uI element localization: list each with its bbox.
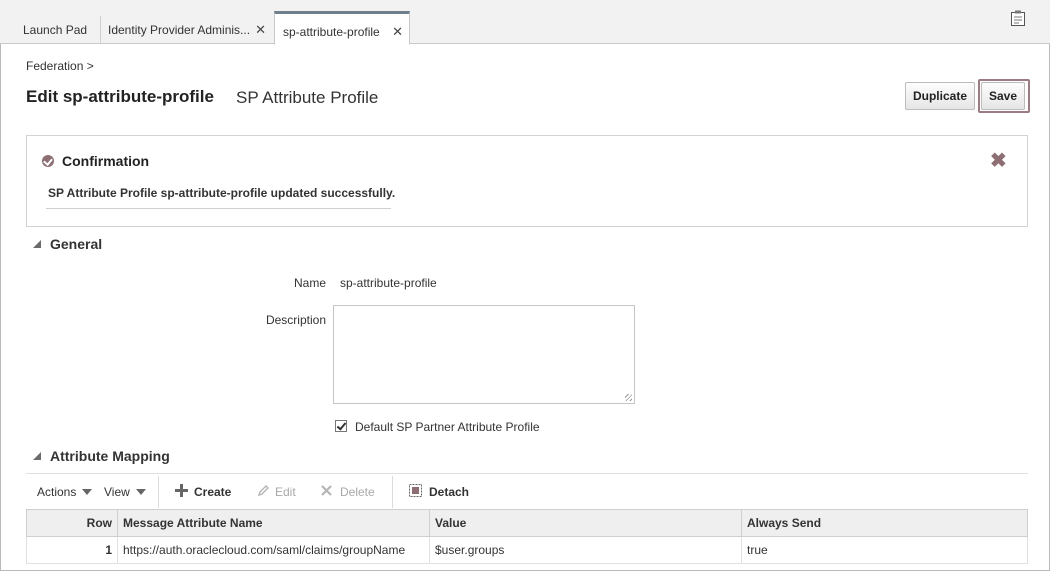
tab-label: Launch Pad [23,23,88,37]
column-header-message-attribute-name[interactable]: Message Attribute Name [117,509,430,537]
chevron-down-icon [135,489,146,495]
column-header-always-send[interactable]: Always Send [741,509,1028,537]
tab-launch-pad[interactable]: Launch Pad [16,16,98,44]
actions-menu-label: Actions [37,485,77,499]
value-cell: $user.groups [429,536,742,564]
column-header-row[interactable]: Row [26,509,118,537]
confirmation-panel: Confirmation SP Attribute Profile sp-att… [26,135,1028,227]
close-icon[interactable]: ✖ [990,151,1007,171]
actions-menu[interactable]: Actions [37,485,93,499]
name-value: sp-attribute-profile [340,276,437,290]
breadcrumb[interactable]: Federation > [26,59,94,73]
default-profile-checkbox[interactable] [335,420,347,432]
row-number-cell: 1 [26,536,118,564]
tab-sp-attribute-profile[interactable]: sp-attribute-profile ✕ [274,11,410,45]
toolbar-separator [158,476,159,508]
message-attribute-name-cell: https://auth.oraclecloud.com/saml/claims… [117,536,430,564]
description-label: Description [265,313,326,327]
close-tab-icon[interactable]: ✕ [392,14,403,50]
table-header-row: Row Message Attribute Name Value Always … [26,509,1028,537]
always-send-cell: true [741,536,1028,564]
delete-button[interactable]: Delete [340,485,375,499]
table-toolbar: Actions View Create Edit Delete Detach [26,473,1028,509]
detach-button[interactable]: Detach [429,485,469,499]
page-subtitle: SP Attribute Profile [236,88,379,107]
close-tab-icon[interactable]: ✕ [255,16,266,44]
page-title: Edit sp-attribute-profile [26,87,214,106]
chevron-down-icon [82,489,93,495]
attribute-mapping-table: Row Message Attribute Name Value Always … [26,509,1028,564]
check-circle-icon [42,155,54,167]
duplicate-button[interactable]: Duplicate [905,82,975,110]
tab-label: Identity Provider Adminis... [108,23,251,37]
general-section-header[interactable]: General [33,236,102,252]
save-button[interactable]: Save [981,82,1025,110]
edit-button[interactable]: Edit [275,485,296,499]
default-profile-checkbox-label[interactable]: Default SP Partner Attribute Profile [355,420,540,434]
name-label: Name [293,276,326,290]
detach-icon [409,484,422,497]
collapse-triangle-icon [33,452,41,460]
tab-bar: Launch Pad Identity Provider Adminis... … [0,0,1050,45]
toolbar-separator [392,476,393,508]
attribute-mapping-section-header[interactable]: Attribute Mapping [33,448,170,464]
section-title: General [50,236,103,252]
resize-grip-icon[interactable] [625,394,632,401]
clipboard-icon[interactable] [1010,10,1026,27]
view-menu-label: View [104,485,130,499]
divider [46,208,391,209]
column-header-value[interactable]: Value [429,509,742,537]
create-button[interactable]: Create [194,485,231,499]
collapse-triangle-icon [33,240,41,248]
tab-identity-provider-admin[interactable]: Identity Provider Adminis... ✕ [100,16,272,44]
pencil-icon [257,485,269,497]
plus-icon [175,484,188,497]
confirmation-message: SP Attribute Profile sp-attribute-profil… [48,186,396,200]
section-title: Attribute Mapping [50,448,170,464]
description-textarea[interactable] [333,305,635,404]
view-menu[interactable]: View [104,485,146,499]
delete-x-icon [321,485,332,496]
tab-label: sp-attribute-profile [283,25,380,39]
confirmation-heading: Confirmation [62,153,150,169]
table-row[interactable]: 1 https://auth.oraclecloud.com/saml/clai… [26,536,1028,564]
